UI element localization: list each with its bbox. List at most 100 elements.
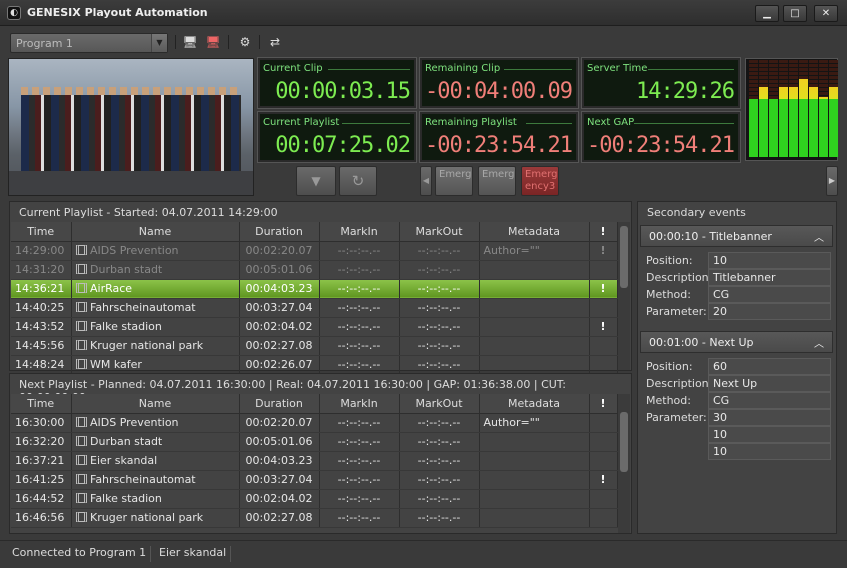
emergency-1-button[interactable]: Emerg	[435, 166, 473, 196]
column-header-metadata[interactable]: Metadata	[479, 394, 590, 414]
property-value[interactable]: CG	[708, 286, 831, 303]
column-header-duration[interactable]: Duration	[239, 394, 320, 414]
loop-icon: ↻	[351, 172, 365, 190]
property-value[interactable]: 30	[708, 409, 831, 426]
table-row[interactable]: 14:48:24 WM kafer 00:02:26.07 --:--:--.-- -…	[11, 355, 618, 375]
table-row[interactable]: 14:45:56 Kruger national park 00:02:27.08…	[11, 336, 618, 356]
minimize-button[interactable]: ▁	[755, 5, 779, 22]
program-select[interactable]: Program 1 ▼	[10, 33, 168, 53]
skip-next-button[interactable]: ▼	[296, 166, 336, 196]
property-row: 10	[640, 426, 833, 443]
chevron-down-icon[interactable]: ▼	[151, 34, 167, 52]
clip-name: Durban stadt	[90, 263, 163, 276]
cell-markout: --:--:--.--	[399, 355, 480, 375]
status-bar: Connected to Program 1 Eier skandal	[0, 540, 847, 568]
cell-name: Fahrscheinautomat	[71, 470, 240, 490]
cell-duration: 00:04:03.23	[239, 451, 320, 471]
column-header-name[interactable]: Name	[71, 394, 240, 414]
scroll-right-button[interactable]: ▶	[826, 166, 838, 196]
table-row[interactable]: 14:36:21 AirRace 00:04:03.23 --:--:--.-- --…	[11, 279, 618, 299]
property-value[interactable]: CG	[708, 392, 831, 409]
column-header-markout[interactable]: MarkOut	[399, 394, 480, 414]
property-value[interactable]: Titlebanner	[708, 269, 831, 286]
column-header-metadata[interactable]: Metadata	[479, 222, 590, 242]
secondary-event-title: 00:00:10 - Titlebanner	[649, 230, 772, 243]
property-value[interactable]: 10	[708, 252, 831, 269]
table-row[interactable]: 16:30:00 AIDS Prevention 00:02:20.07 --:--…	[11, 413, 618, 433]
next-playlist-scrollbar[interactable]	[618, 394, 630, 533]
chevron-up-icon[interactable]: ︿	[814, 335, 824, 350]
timer-remaining-clip: Remaining Clip -00:04:00.09	[419, 57, 579, 109]
column-header-markin[interactable]: MarkIn	[319, 394, 400, 414]
column-header-name[interactable]: Name	[71, 222, 240, 242]
cell-markin: --:--:--.--	[319, 260, 400, 280]
clip-name: Kruger national park	[90, 339, 204, 352]
property-row: Description: Titlebanner	[640, 269, 833, 286]
audio-level-meter	[745, 58, 838, 161]
table-row[interactable]: 16:37:21 Eier skandal 00:04:03.23 --:--:--…	[11, 451, 618, 471]
monitor-disconnect-icon[interactable]: 🖥	[204, 33, 222, 51]
property-row: Position: 10	[640, 252, 833, 269]
cell-markout: --:--:--.--	[399, 489, 480, 509]
status-divider	[150, 546, 151, 562]
table-row[interactable]: 14:43:52 Falke stadion 00:02:04.02 --:--:-…	[11, 317, 618, 337]
cell-time: 16:32:20	[11, 432, 72, 452]
cell-duration: 00:05:01.06	[239, 432, 320, 452]
property-value[interactable]: 60	[708, 358, 831, 375]
property-value[interactable]: 10	[708, 426, 831, 443]
cell-markout: --:--:--.--	[399, 336, 480, 356]
column-header-markout[interactable]: MarkOut	[399, 222, 480, 242]
cell-time: 16:41:25	[11, 470, 72, 490]
connection-status: Connected to Program 1	[12, 546, 147, 559]
cell-name: Durban stadt	[71, 432, 240, 452]
cell-time: 14:45:56	[11, 336, 72, 356]
table-row[interactable]: 14:40:25 Fahrscheinautomat 00:03:27.04 --:…	[11, 298, 618, 318]
sync-icon[interactable]: ⇄	[266, 33, 284, 51]
cell-time: 16:37:21	[11, 451, 72, 471]
film-icon	[75, 340, 87, 350]
column-header-time[interactable]: Time	[11, 222, 72, 242]
clip-name: Fahrscheinautomat	[90, 301, 196, 314]
property-value[interactable]: 20	[708, 303, 831, 320]
emergency-2-button[interactable]: Emerg	[478, 166, 516, 196]
secondary-event-header[interactable]: 00:01:00 - Next Up ︿	[640, 331, 833, 353]
current-playlist-scrollbar[interactable]	[618, 222, 630, 370]
table-row[interactable]: 16:44:52 Falke stadion 00:02:04.02 --:--:-…	[11, 489, 618, 509]
column-header-alert[interactable]: !	[589, 222, 618, 242]
cell-metadata	[479, 298, 590, 318]
secondary-event-2: 00:01:00 - Next Up ︿	[640, 331, 833, 353]
timer-value: 00:00:03.15	[275, 79, 411, 104]
secondary-event-header[interactable]: 00:00:10 - Titlebanner ︿	[640, 225, 833, 247]
close-button[interactable]: ✕	[814, 5, 838, 22]
chevron-up-icon[interactable]: ︿	[814, 229, 824, 244]
scrollbar-thumb[interactable]	[620, 412, 628, 472]
table-row[interactable]: 16:32:20 Durban stadt 00:05:01.06 --:--:--…	[11, 432, 618, 452]
loop-button[interactable]: ↻	[339, 166, 377, 196]
column-header-time[interactable]: Time	[11, 394, 72, 414]
column-header-markin[interactable]: MarkIn	[319, 222, 400, 242]
maximize-button[interactable]: □	[783, 5, 807, 22]
cell-metadata	[479, 317, 590, 337]
property-label: Description:	[646, 271, 713, 284]
cell-markin: --:--:--.--	[319, 241, 400, 261]
emergency-3-button[interactable]: Emerg ency3	[521, 166, 559, 196]
property-value[interactable]: 10	[708, 443, 831, 460]
vu-channel-level	[749, 99, 758, 157]
scroll-left-button[interactable]: ◀	[420, 166, 432, 196]
table-row[interactable]: 16:41:25 Fahrscheinautomat 00:03:27.04 --:…	[11, 470, 618, 490]
title-bar: ◐ GENESIX Playout Automation ▁ □ ✕	[0, 0, 847, 26]
column-header-alert[interactable]: !	[589, 394, 618, 414]
monitor-connect-icon[interactable]: 🖥	[181, 33, 199, 51]
timer-rule	[328, 69, 410, 70]
table-row[interactable]: 14:31:20 Durban stadt 00:05:01.06 --:--:--…	[11, 260, 618, 280]
vu-channel-level	[829, 87, 838, 157]
scrollbar-thumb[interactable]	[620, 226, 628, 288]
cell-markout: --:--:--.--	[399, 413, 480, 433]
timer-current-playlist: Current Playlist 00:07:25.02	[257, 111, 417, 163]
table-row[interactable]: 14:29:00 AIDS Prevention 00:02:20.07 --:--…	[11, 241, 618, 261]
column-header-duration[interactable]: Duration	[239, 222, 320, 242]
gear-icon[interactable]: ⚙	[236, 33, 254, 51]
property-value[interactable]: Next Up	[708, 375, 831, 392]
cell-metadata	[479, 355, 590, 375]
table-row[interactable]: 16:46:56 Kruger national park 00:02:27.08…	[11, 508, 618, 528]
